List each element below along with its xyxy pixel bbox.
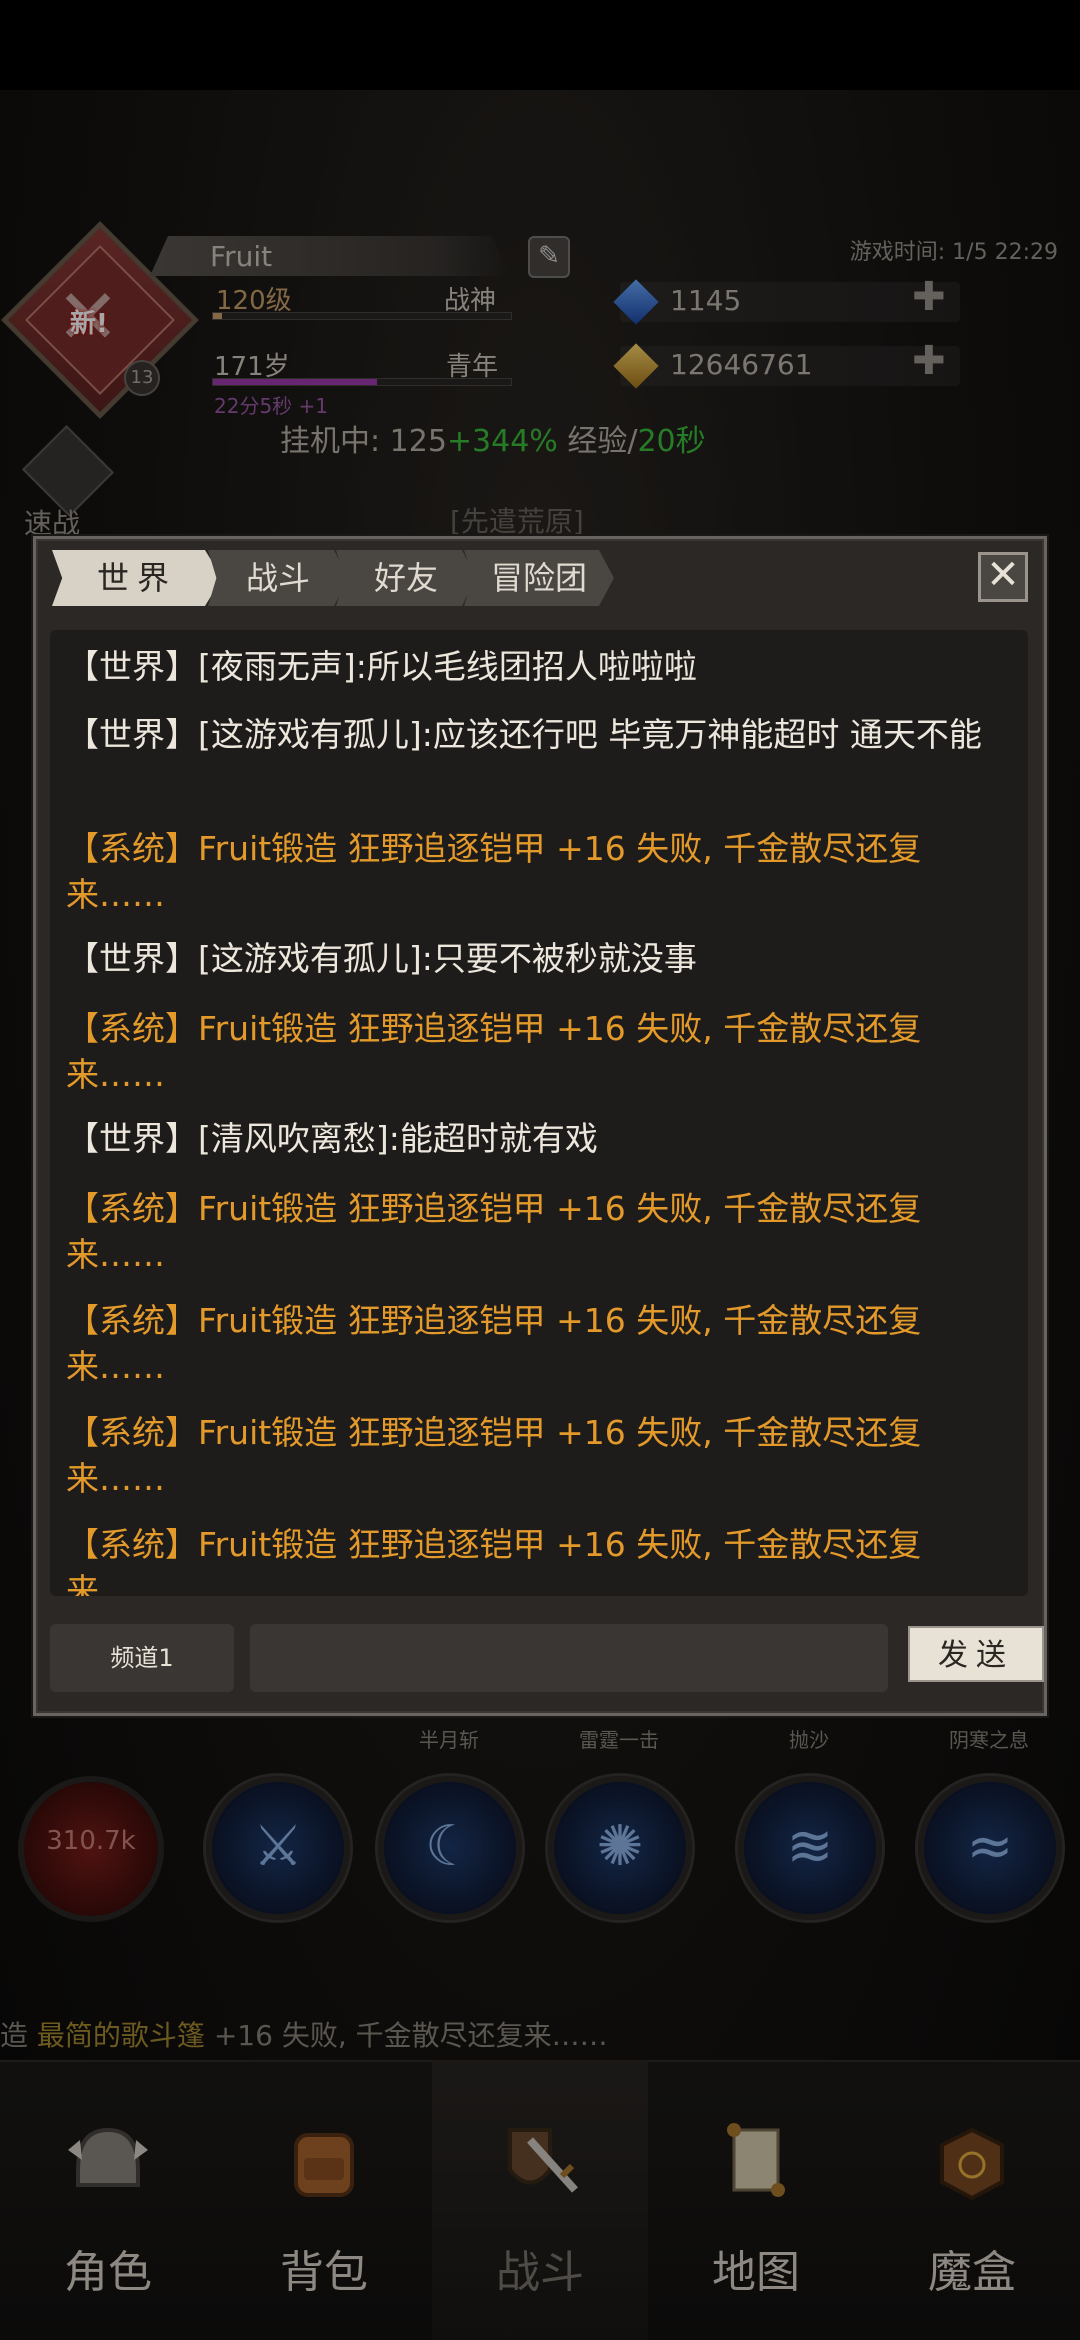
tab-world[interactable]: 世界 — [52, 550, 222, 606]
chat-message: 【世界】[夜雨无声]:所以毛线团招人啦啦啦 — [66, 647, 697, 686]
chat-message: 【系统】Fruit锻造 狂野追逐铠甲 +16 失败, 千金散尽还复来…… — [66, 829, 922, 914]
channel-selector[interactable]: 频道1 — [50, 1624, 234, 1692]
chat-message: 【系统】Fruit锻造 狂野追逐铠甲 +16 失败, 千金散尽还复来…… — [66, 1009, 922, 1094]
status-bar — [0, 0, 1080, 90]
chat-message: 【系统】Fruit锻造 狂野追逐铠甲 +16 失败, 千金散尽还复来…… — [66, 1525, 922, 1596]
chat-message: 【系统】Fruit锻造 狂野追逐铠甲 +16 失败, 千金散尽还复来…… — [66, 1189, 922, 1274]
tab-friends[interactable]: 好友 — [336, 550, 476, 606]
chat-input[interactable] — [250, 1624, 888, 1692]
chat-message: 【系统】Fruit锻造 狂野追逐铠甲 +16 失败, 千金散尽还复来…… — [66, 1301, 922, 1386]
chat-message-list[interactable]: 【世界】[夜雨无声]:所以毛线团招人啦啦啦 【世界】[这游戏有孤儿]:应该还行吧… — [50, 630, 1028, 1596]
chat-message: 【世界】[这游戏有孤儿]:只要不被秒就没事 — [66, 939, 697, 978]
tab-adventure-team[interactable]: 冒险团 — [464, 550, 614, 606]
tab-battle[interactable]: 战斗 — [208, 550, 348, 606]
close-button[interactable]: ✕ — [978, 552, 1028, 602]
send-button[interactable]: 发送 — [908, 1626, 1044, 1682]
chat-message: 【系统】Fruit锻造 狂野追逐铠甲 +16 失败, 千金散尽还复来…… — [66, 1413, 922, 1498]
chat-message: 【世界】[这游戏有孤儿]:应该还行吧 毕竟万神能超时 通天不能 — [66, 715, 982, 754]
chat-message: 【世界】[清风吹离愁]:能超时就有戏 — [66, 1119, 598, 1158]
